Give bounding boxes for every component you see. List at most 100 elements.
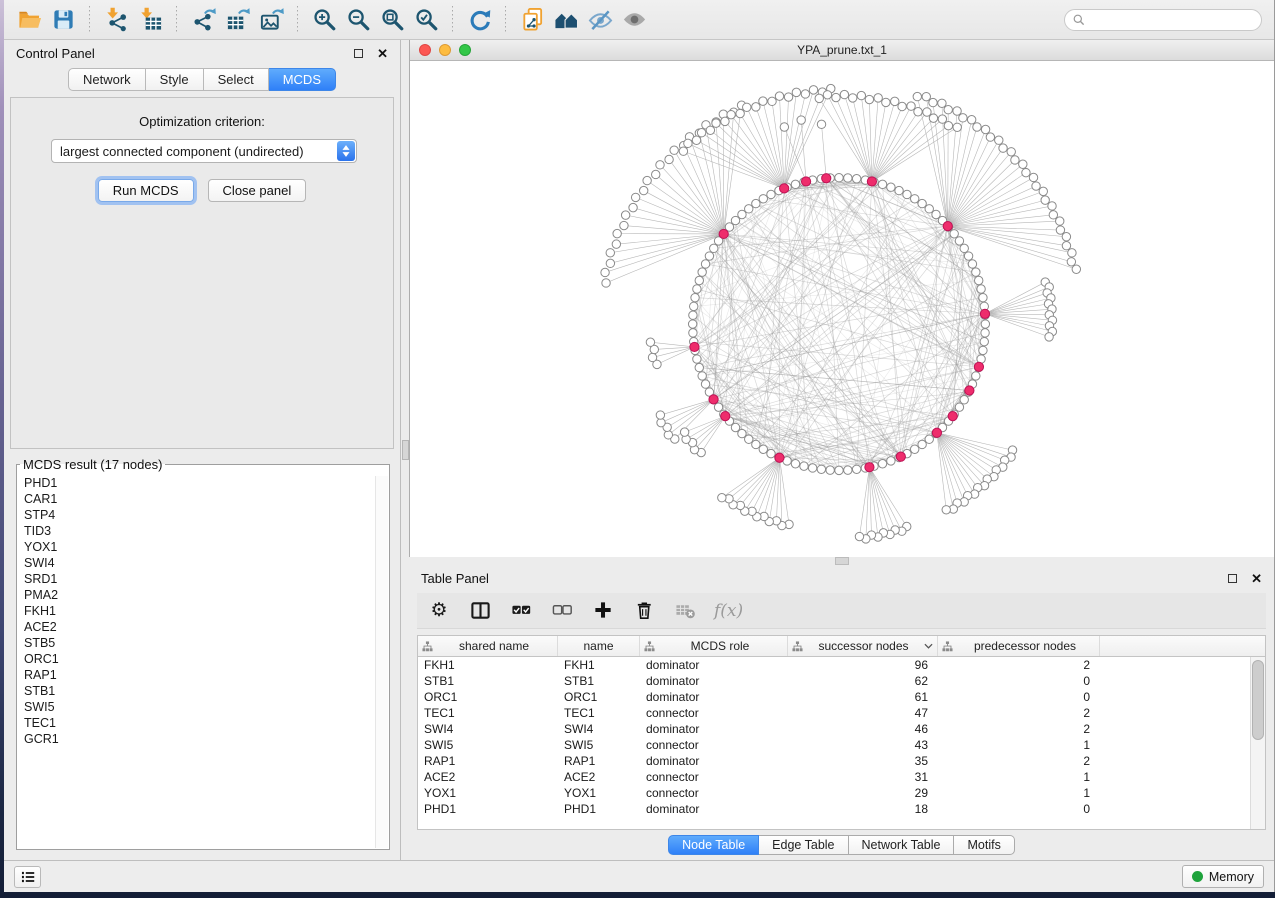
table-cell[interactable]: 47 xyxy=(788,706,938,720)
table-cell[interactable]: 1 xyxy=(938,770,1100,784)
column-header-name[interactable]: name xyxy=(558,636,640,656)
column-header-successor-nodes[interactable]: successor nodes xyxy=(788,636,938,656)
table-cell[interactable]: dominator xyxy=(640,722,788,736)
table-cell[interactable]: 43 xyxy=(788,738,938,752)
result-list-item[interactable]: STB1 xyxy=(24,683,388,699)
splitter-handle[interactable] xyxy=(835,557,849,565)
table-cell[interactable]: 29 xyxy=(788,786,938,800)
result-list-item[interactable]: PHD1 xyxy=(24,475,388,491)
table-cell[interactable]: 96 xyxy=(788,658,938,672)
delete-table-button[interactable] xyxy=(673,599,697,623)
tab-network[interactable]: Network xyxy=(68,68,146,91)
first-neighbors-button[interactable] xyxy=(549,4,583,36)
table-cell[interactable]: dominator xyxy=(640,690,788,704)
table-cell[interactable]: 2 xyxy=(938,754,1100,768)
table-cell[interactable]: 0 xyxy=(938,802,1100,816)
result-list-item[interactable]: PMA2 xyxy=(24,587,388,603)
table-cell[interactable]: SWI4 xyxy=(558,722,640,736)
table-row[interactable]: SWI4SWI4dominator462 xyxy=(418,721,1265,737)
result-list-item[interactable]: SWI4 xyxy=(24,555,388,571)
task-history-button[interactable] xyxy=(14,866,41,888)
result-list-item[interactable]: YOX1 xyxy=(24,539,388,555)
zoom-in-button[interactable] xyxy=(307,4,341,36)
show-columns-button[interactable] xyxy=(468,599,492,623)
table-scrollbar-thumb[interactable] xyxy=(1252,660,1264,740)
memory-button[interactable]: Memory xyxy=(1182,865,1264,888)
table-cell[interactable]: 18 xyxy=(788,802,938,816)
search-box[interactable] xyxy=(1064,9,1262,31)
tab-node-table[interactable]: Node Table xyxy=(668,835,759,855)
table-cell[interactable]: 61 xyxy=(788,690,938,704)
result-list-item[interactable]: ORC1 xyxy=(24,651,388,667)
table-row[interactable]: RAP1RAP1dominator352 xyxy=(418,753,1265,769)
table-cell[interactable]: FKH1 xyxy=(418,658,558,672)
table-row[interactable]: TEC1TEC1connector472 xyxy=(418,705,1265,721)
table-cell[interactable]: SWI5 xyxy=(418,738,558,752)
open-session-button[interactable] xyxy=(12,4,46,36)
result-list-scrollbar[interactable] xyxy=(375,476,388,848)
table-cell[interactable]: ACE2 xyxy=(558,770,640,784)
export-image-button[interactable] xyxy=(254,4,288,36)
tab-select[interactable]: Select xyxy=(204,68,269,91)
table-cell[interactable]: STB1 xyxy=(558,674,640,688)
export-network-button[interactable] xyxy=(186,4,220,36)
result-list-item[interactable]: SRD1 xyxy=(24,571,388,587)
table-cell[interactable]: ORC1 xyxy=(558,690,640,704)
table-cell[interactable]: SWI4 xyxy=(418,722,558,736)
show-all-button[interactable] xyxy=(617,4,651,36)
network-graph[interactable] xyxy=(410,61,1274,557)
close-panel-button[interactable]: Close panel xyxy=(208,179,307,202)
table-cell[interactable]: STB1 xyxy=(418,674,558,688)
result-list-item[interactable]: TEC1 xyxy=(24,715,388,731)
float-panel-icon[interactable] xyxy=(354,49,363,58)
column-header-MCDS-role[interactable]: MCDS role xyxy=(640,636,788,656)
table-row[interactable]: ACE2ACE2connector311 xyxy=(418,769,1265,785)
table-cell[interactable]: RAP1 xyxy=(558,754,640,768)
table-cell[interactable]: ORC1 xyxy=(418,690,558,704)
import-table-button[interactable] xyxy=(133,4,167,36)
table-cell[interactable]: 62 xyxy=(788,674,938,688)
table-cell[interactable]: 0 xyxy=(938,690,1100,704)
hide-selected-button[interactable] xyxy=(583,4,617,36)
zoom-out-button[interactable] xyxy=(341,4,375,36)
table-row[interactable]: STB1STB1dominator620 xyxy=(418,673,1265,689)
run-mcds-button[interactable]: Run MCDS xyxy=(98,179,194,202)
table-cell[interactable]: 1 xyxy=(938,786,1100,800)
apply-layout-button[interactable] xyxy=(462,4,496,36)
result-list-item[interactable]: STB5 xyxy=(24,635,388,651)
splitter-handle[interactable] xyxy=(402,440,409,460)
table-row[interactable]: SWI5SWI5connector431 xyxy=(418,737,1265,753)
table-row[interactable]: PHD1PHD1dominator180 xyxy=(418,801,1265,817)
create-column-button[interactable] xyxy=(591,599,615,623)
table-cell[interactable]: RAP1 xyxy=(418,754,558,768)
table-cell[interactable]: 2 xyxy=(938,722,1100,736)
table-cell[interactable]: dominator xyxy=(640,802,788,816)
manage-networks-button[interactable] xyxy=(515,4,549,36)
network-canvas[interactable] xyxy=(410,61,1274,557)
export-table-button[interactable] xyxy=(220,4,254,36)
result-list-item[interactable]: CAR1 xyxy=(24,491,388,507)
save-session-button[interactable] xyxy=(46,4,80,36)
column-header-shared-name[interactable]: shared name xyxy=(418,636,558,656)
table-cell[interactable]: PHD1 xyxy=(418,802,558,816)
zoom-selected-button[interactable] xyxy=(409,4,443,36)
table-row[interactable]: YOX1YOX1connector291 xyxy=(418,785,1265,801)
table-cell[interactable]: 35 xyxy=(788,754,938,768)
result-list-item[interactable]: TID3 xyxy=(24,523,388,539)
tab-mcds[interactable]: MCDS xyxy=(269,68,336,91)
close-panel-icon[interactable]: ✕ xyxy=(377,47,388,60)
table-cell[interactable]: 46 xyxy=(788,722,938,736)
zoom-fit-button[interactable] xyxy=(375,4,409,36)
result-list-item[interactable]: STP4 xyxy=(24,507,388,523)
column-header-predecessor-nodes[interactable]: predecessor nodes xyxy=(938,636,1100,656)
table-cell[interactable]: PHD1 xyxy=(558,802,640,816)
table-scrollbar[interactable] xyxy=(1250,657,1265,829)
delete-columns-button[interactable] xyxy=(632,599,656,623)
float-panel-icon[interactable] xyxy=(1228,574,1237,583)
select-all-rows-button[interactable] xyxy=(509,599,533,623)
table-cell[interactable]: ACE2 xyxy=(418,770,558,784)
table-cell[interactable]: connector xyxy=(640,738,788,752)
table-cell[interactable]: 2 xyxy=(938,658,1100,672)
table-cell[interactable]: dominator xyxy=(640,658,788,672)
table-cell[interactable]: SWI5 xyxy=(558,738,640,752)
